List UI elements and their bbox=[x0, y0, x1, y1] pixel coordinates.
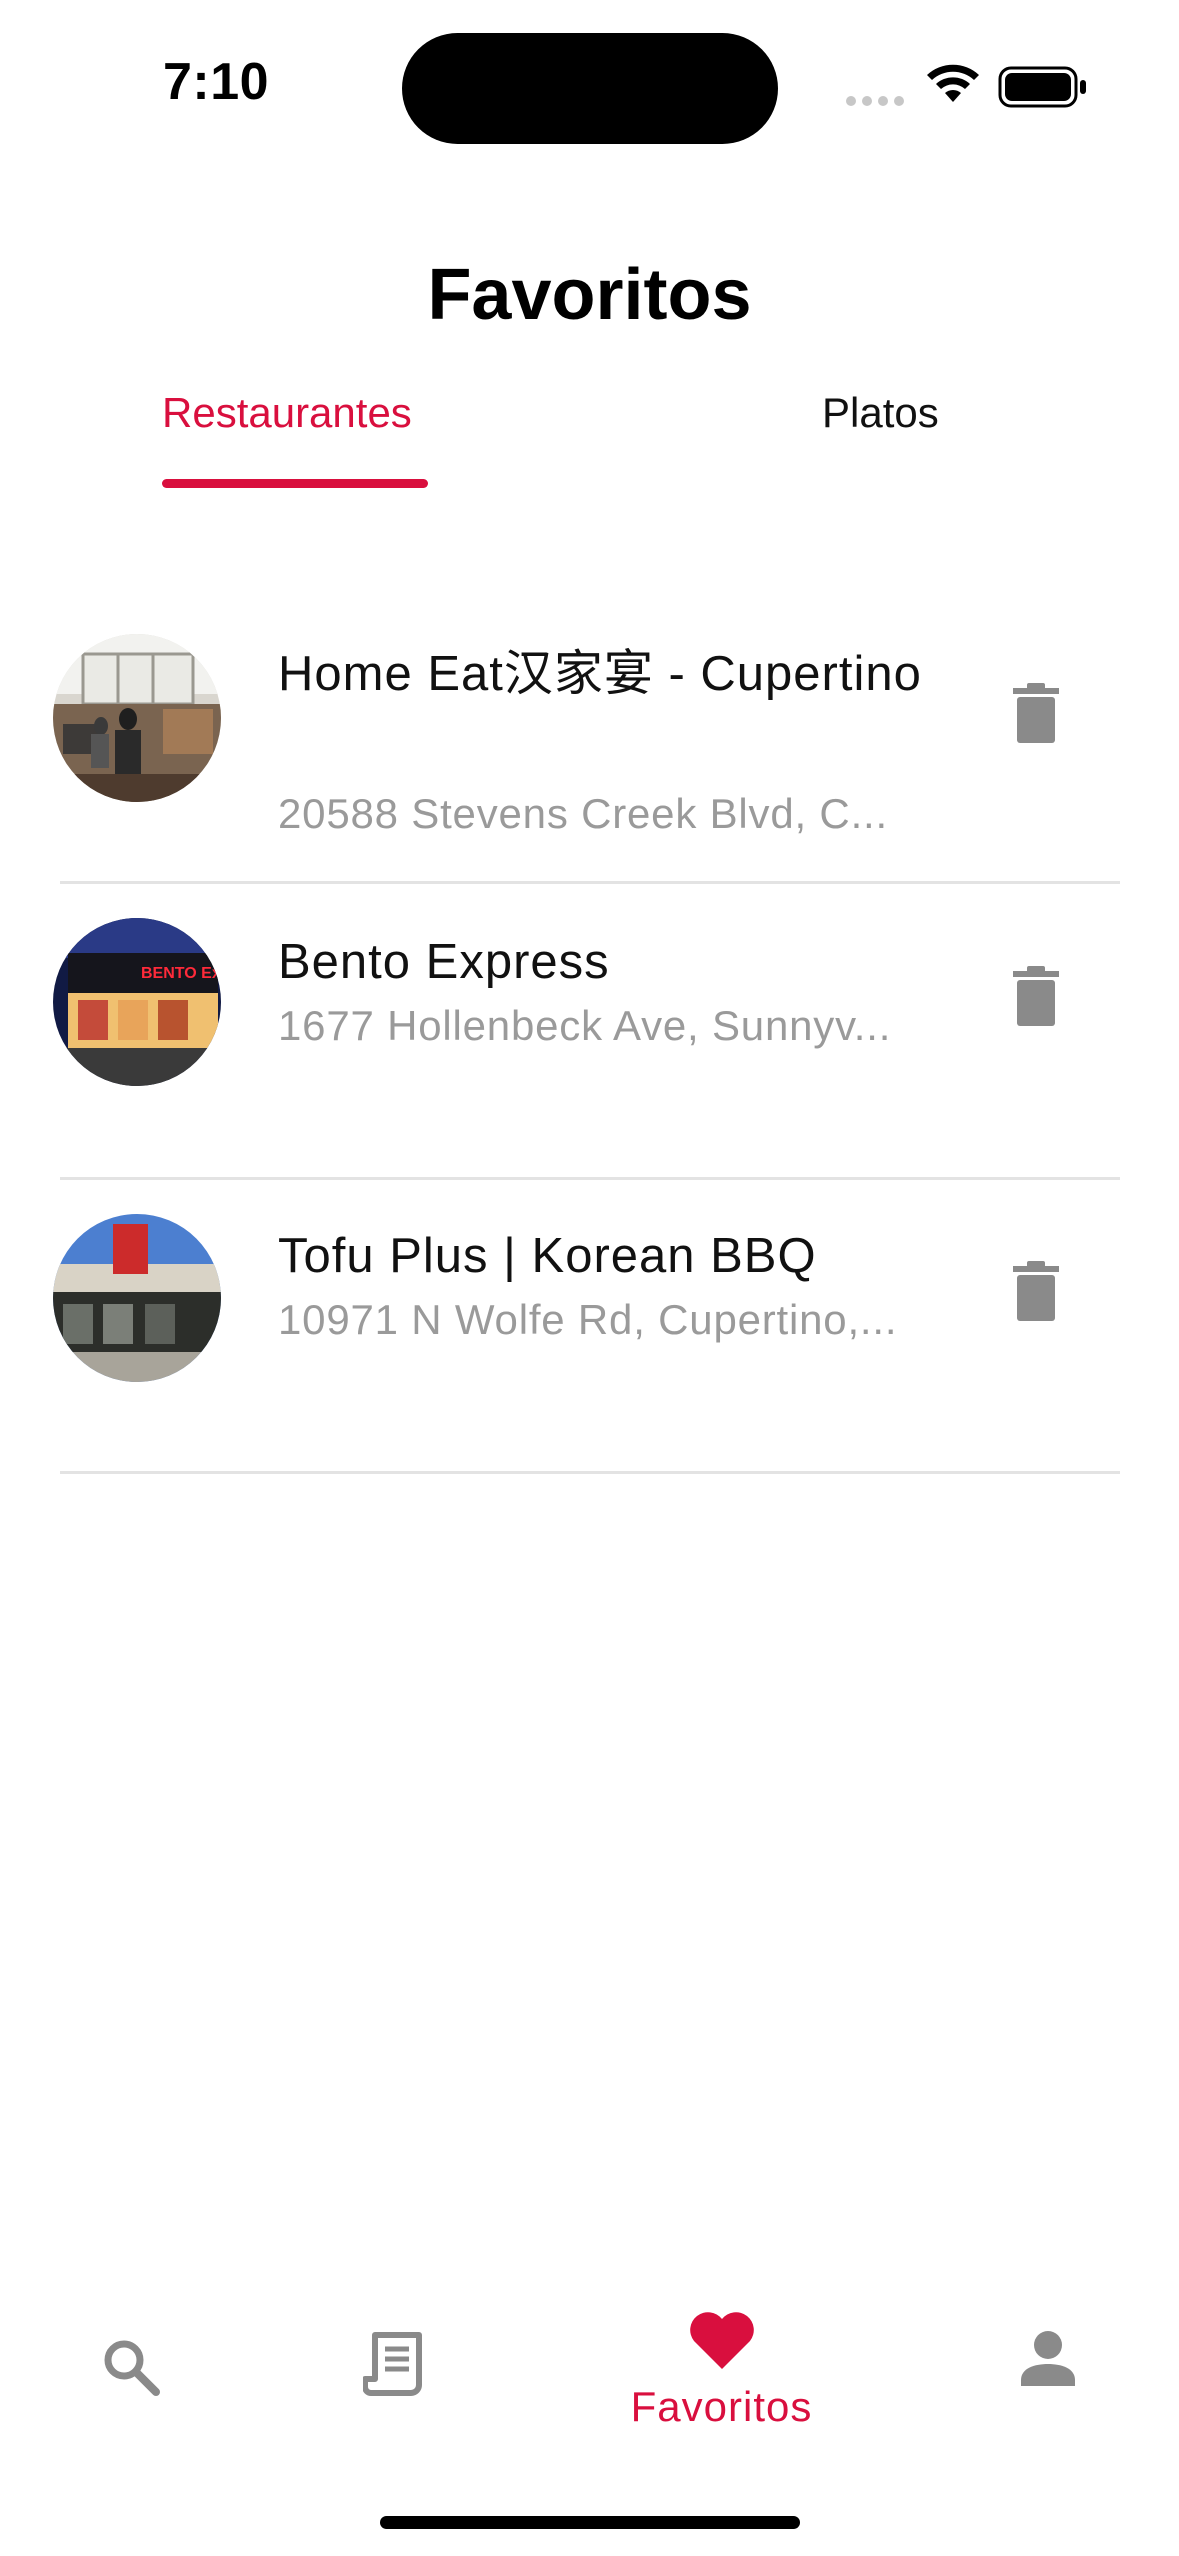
heart-icon[interactable] bbox=[688, 2311, 756, 2371]
divider bbox=[60, 1471, 1120, 1474]
wifi-icon bbox=[927, 64, 979, 102]
restaurant-address: 10971 N Wolfe Rd, Cupertino,... bbox=[278, 1296, 898, 1343]
restaurant-photo: BENTO Expr bbox=[53, 918, 221, 1086]
battery-icon bbox=[998, 66, 1086, 108]
divider bbox=[60, 1177, 1120, 1180]
restaurant-address: 20588 Stevens Creek Blvd, C... bbox=[278, 790, 888, 837]
trash-icon[interactable] bbox=[1013, 1261, 1059, 1321]
divider bbox=[60, 881, 1120, 884]
restaurant-name: Home Eat汉家宴 - Cupertino bbox=[278, 647, 922, 701]
search-icon[interactable] bbox=[100, 2336, 160, 2396]
page-title: Favoritos bbox=[427, 255, 752, 335]
active-tab-indicator bbox=[162, 479, 428, 488]
trash-icon[interactable] bbox=[1013, 966, 1059, 1026]
tab-dishes[interactable]: Platos bbox=[822, 389, 939, 437]
trash-icon[interactable] bbox=[1013, 683, 1059, 743]
restaurant-photo bbox=[53, 1214, 221, 1382]
receipt-icon[interactable] bbox=[363, 2331, 423, 2397]
home-indicator bbox=[380, 2516, 800, 2529]
restaurant-photo bbox=[53, 634, 221, 802]
status-time: 7:10 bbox=[163, 53, 270, 111]
svg-text:BENTO Expr: BENTO Expr bbox=[141, 965, 221, 982]
person-icon[interactable] bbox=[1021, 2330, 1075, 2386]
restaurant-name: Tofu Plus | Korean BBQ bbox=[278, 1229, 817, 1283]
tab-restaurants[interactable]: Restaurantes bbox=[162, 389, 412, 437]
dynamic-island bbox=[402, 33, 778, 144]
tab-favorites-label[interactable]: Favoritos bbox=[600, 2383, 843, 2431]
restaurant-name: Bento Express bbox=[278, 935, 610, 989]
restaurant-address: 1677 Hollenbeck Ave, Sunnyv... bbox=[278, 1002, 892, 1049]
cellular-signal-icon bbox=[846, 96, 904, 106]
